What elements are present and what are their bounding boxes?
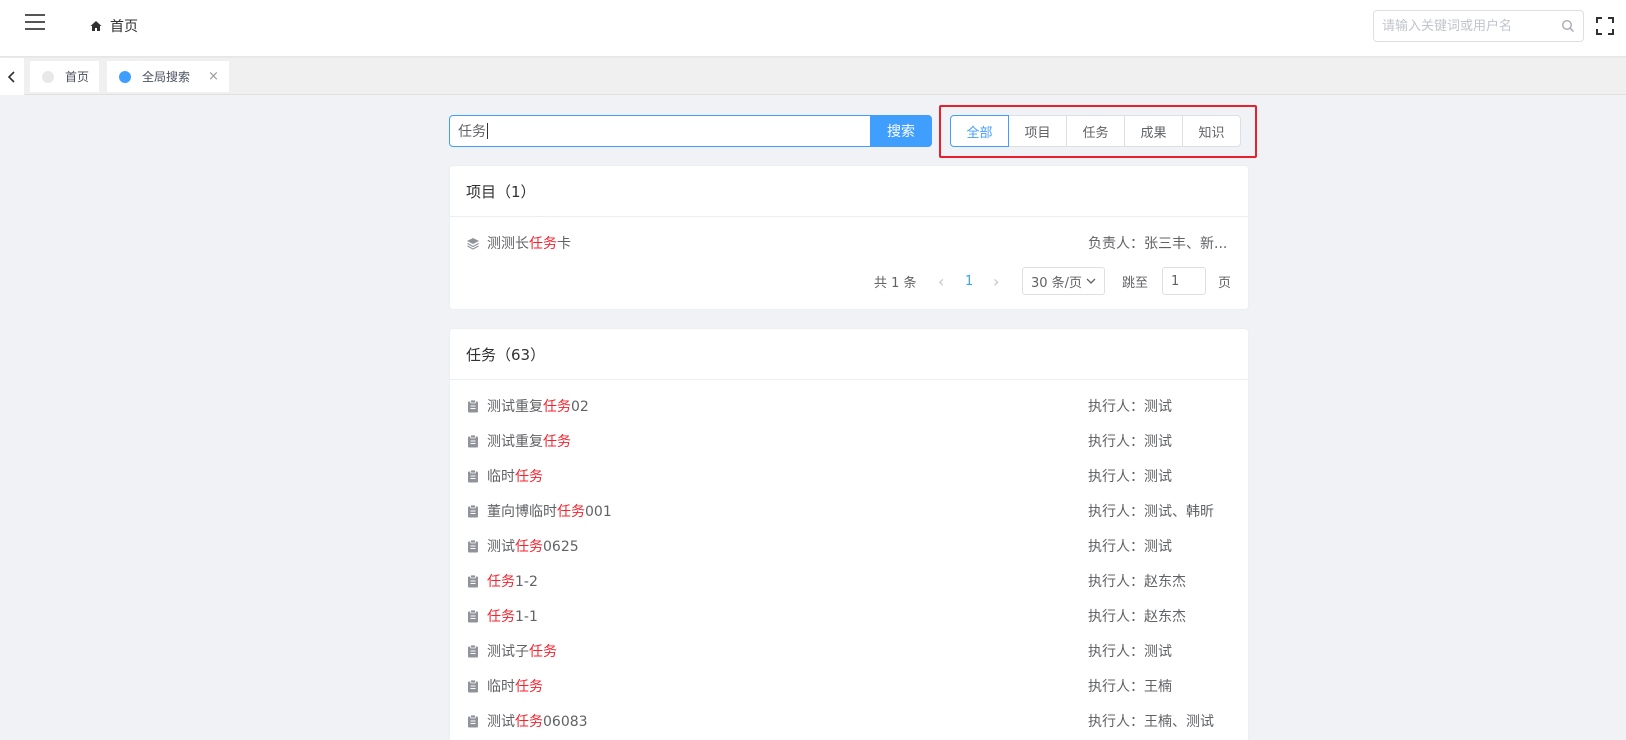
pagination-total: 共 1 条 xyxy=(874,275,917,291)
text-caret xyxy=(487,123,488,139)
filter-knowledge-button[interactable]: 知识 xyxy=(1182,115,1241,147)
search-icon[interactable] xyxy=(1561,19,1575,33)
chevron-down-icon xyxy=(1086,278,1096,284)
pagination-next-button[interactable]: › xyxy=(993,267,999,295)
item-assignee: 执行人：测试 xyxy=(1088,468,1172,485)
search-button[interactable]: 搜索 xyxy=(870,115,932,147)
item-title: 董向博临时任务001 xyxy=(487,503,612,520)
item-assignee: 执行人：测试 xyxy=(1088,398,1172,415)
task-list: 测试重复任务02 执行人：测试 测试重复任务 执行人：测试 临时任务 执行人：测试 董向博临… xyxy=(450,380,1248,738)
tabs-scroll-left-button[interactable] xyxy=(0,58,24,95)
clipboard-icon xyxy=(468,644,478,657)
item-assignee: 执行人：王楠 xyxy=(1088,678,1172,695)
item-title: 测试任务06083 xyxy=(487,713,588,730)
page-size-value: 30 条/页 xyxy=(1031,275,1083,291)
page-size-select[interactable]: 30 条/页 xyxy=(1022,267,1106,295)
item-assignee: 执行人：测试 xyxy=(1088,643,1172,660)
tab-global-search[interactable]: 全局搜索 × xyxy=(107,61,229,92)
pagination-page-1[interactable]: 1 xyxy=(965,267,973,295)
category-filter-group: 全部 项目 任务 成果 知识 xyxy=(950,115,1241,147)
clipboard-icon xyxy=(468,679,478,692)
tab-status-dot xyxy=(119,70,131,83)
list-item[interactable]: 测试重复任务 执行人：测试 xyxy=(450,423,1248,458)
search-input[interactable]: 任务 xyxy=(449,115,871,147)
chevron-left-icon xyxy=(7,70,15,83)
list-item[interactable]: 测试子任务 执行人：测试 xyxy=(450,633,1248,668)
tasks-panel: 任务（63） 测试重复任务02 执行人：测试 测试重复任务 执行人：测试 临时任务 执行人… xyxy=(449,328,1249,740)
home-icon xyxy=(90,21,102,31)
clipboard-icon xyxy=(468,399,478,412)
list-item[interactable]: 临时任务 执行人：测试 xyxy=(450,458,1248,493)
clipboard-icon xyxy=(468,504,478,517)
item-assignee: 执行人：赵东杰 xyxy=(1088,608,1186,625)
list-item[interactable]: 临时任务 执行人：王楠 xyxy=(450,668,1248,703)
item-assignee: 执行人：王楠、测试 xyxy=(1088,713,1214,730)
pagination-page-unit: 页 xyxy=(1218,275,1232,291)
clipboard-icon xyxy=(468,434,478,447)
pagination: 共 1 条 ‹ 1 › 30 条/页 跳至 1 页 xyxy=(450,267,1250,295)
filter-all-button[interactable]: 全部 xyxy=(950,115,1009,147)
list-item[interactable]: 任务1-1 执行人：赵东杰 xyxy=(450,598,1248,633)
filter-task-button[interactable]: 任务 xyxy=(1066,115,1125,147)
item-title: 测试重复任务02 xyxy=(487,398,589,415)
tabs-bar: 首页 全局搜索 × xyxy=(0,58,1626,95)
close-icon[interactable]: × xyxy=(208,69,219,84)
clipboard-icon xyxy=(468,539,478,552)
item-title: 测试任务0625 xyxy=(487,538,579,555)
list-item[interactable]: 董向博临时任务001 执行人：测试、韩昕 xyxy=(450,493,1248,528)
tasks-panel-title: 任务（63） xyxy=(450,329,1248,380)
top-header: 首页 xyxy=(0,0,1626,57)
item-title: 临时任务 xyxy=(487,468,543,485)
item-title: 测试子任务 xyxy=(487,643,557,660)
global-search-box[interactable] xyxy=(1373,10,1584,42)
breadcrumb-home[interactable]: 首页 xyxy=(110,16,138,36)
breadcrumb: 首页 xyxy=(88,16,138,36)
fullscreen-icon[interactable] xyxy=(1596,17,1614,35)
pagination-prev-button[interactable]: ‹ xyxy=(938,267,944,295)
menu-toggle-icon[interactable] xyxy=(25,14,49,34)
global-search-input[interactable] xyxy=(1374,11,1549,41)
item-owner: 负责人：张三丰、新... xyxy=(1088,235,1228,252)
projects-panel: 项目（1） 测测长任务卡 负责人：张三丰、新... 共 1 条 ‹ 1 › 30… xyxy=(449,165,1249,310)
item-title: 任务1-2 xyxy=(487,573,538,590)
item-title: 临时任务 xyxy=(487,678,543,695)
tab-home[interactable]: 首页 xyxy=(30,61,100,92)
item-assignee: 执行人：测试、韩昕 xyxy=(1088,503,1214,520)
list-item[interactable]: 任务1-2 执行人：赵东杰 xyxy=(450,563,1248,598)
tab-label: 全局搜索 xyxy=(142,70,191,84)
item-title: 测试重复任务 xyxy=(487,433,571,450)
projects-panel-title: 项目（1） xyxy=(450,166,1248,217)
list-item[interactable]: 测试任务06083 执行人：王楠、测试 xyxy=(450,703,1248,738)
list-item[interactable]: 测试任务0625 执行人：测试 xyxy=(450,528,1248,563)
tab-label: 首页 xyxy=(65,70,90,84)
pagination-goto-label: 跳至 xyxy=(1122,275,1149,291)
pagination-goto-input[interactable]: 1 xyxy=(1162,267,1206,295)
layers-icon xyxy=(467,237,479,250)
clipboard-icon xyxy=(468,714,478,727)
item-assignee: 执行人：测试 xyxy=(1088,433,1172,450)
item-title: 任务1-1 xyxy=(487,608,538,625)
list-item[interactable]: 测测长任务卡 负责人：张三丰、新... xyxy=(450,225,1248,260)
clipboard-icon xyxy=(468,609,478,622)
item-assignee: 执行人：赵东杰 xyxy=(1088,573,1186,590)
filter-project-button[interactable]: 项目 xyxy=(1008,115,1067,147)
item-title: 测测长任务卡 xyxy=(487,235,571,252)
item-assignee: 执行人：测试 xyxy=(1088,538,1172,555)
clipboard-icon xyxy=(468,574,478,587)
clipboard-icon xyxy=(468,469,478,482)
search-query: 任务 xyxy=(458,124,486,140)
list-item[interactable]: 测试重复任务02 执行人：测试 xyxy=(450,388,1248,423)
filter-result-button[interactable]: 成果 xyxy=(1124,115,1183,147)
tab-status-dot xyxy=(42,70,54,83)
